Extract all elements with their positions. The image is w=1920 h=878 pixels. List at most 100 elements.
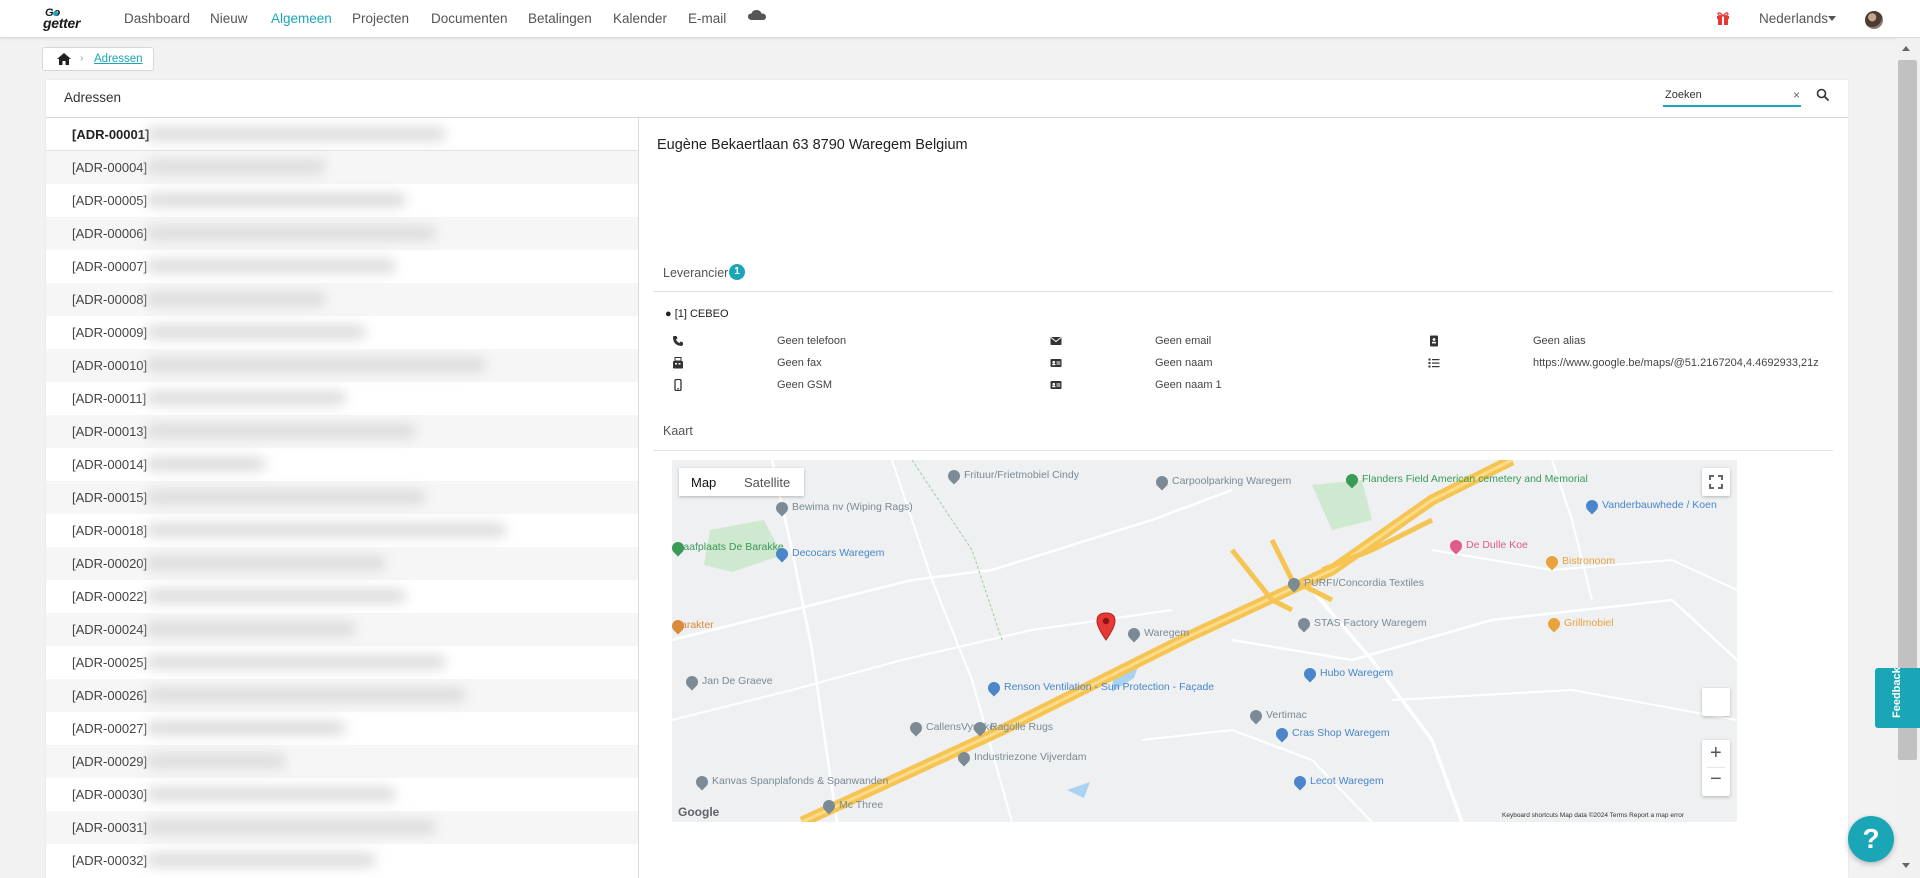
map-poi-label[interactable]: Frituur/Frietmobiel Cindy bbox=[964, 469, 1079, 481]
address-code: [ADR-00031] bbox=[72, 820, 148, 835]
map-attribution[interactable]: Keyboard shortcuts Map data ©2024 Terms … bbox=[1502, 812, 1684, 819]
nav-algemeen[interactable]: Algemeen bbox=[271, 11, 332, 26]
address-code: [ADR-00006] bbox=[72, 226, 148, 241]
nav-betalingen[interactable]: Betalingen bbox=[528, 11, 592, 26]
map-poi-label[interactable]: graafplaats De Barakke bbox=[674, 541, 784, 553]
tab-map[interactable]: Map bbox=[691, 475, 716, 490]
gogetter-logo[interactable]: Go getter bbox=[43, 7, 99, 31]
google-logo: Google bbox=[678, 805, 720, 819]
scrollbar-thumb[interactable] bbox=[1898, 60, 1917, 760]
map-poi-label[interactable]: Waregem bbox=[1144, 627, 1189, 639]
map-poi-label[interactable]: Industriezone Vijverdam bbox=[974, 751, 1086, 763]
list-item[interactable]: [ADR-00030] bbox=[46, 778, 638, 811]
list-item[interactable]: [ADR-00022] bbox=[46, 580, 638, 613]
nav-kalender[interactable]: Kalender bbox=[613, 11, 667, 26]
list-item[interactable]: [ADR-00013] bbox=[46, 415, 638, 448]
address-code: [ADR-00011] bbox=[72, 391, 147, 406]
map-poi-label[interactable]: Vertimac bbox=[1266, 709, 1307, 721]
map-poi-label[interactable]: PURFI/Concordia Textiles bbox=[1304, 577, 1424, 589]
nav-email[interactable]: E-mail bbox=[688, 11, 726, 26]
redacted-address-text bbox=[146, 688, 466, 702]
address-code: [ADR-00013] bbox=[72, 424, 148, 439]
url-value[interactable]: https://www.google.be/maps/@51.2167204,4… bbox=[1533, 357, 1819, 369]
list-item[interactable]: [ADR-00025] bbox=[46, 646, 638, 679]
redacted-address-text bbox=[146, 160, 326, 174]
nav-projecten[interactable]: Projecten bbox=[352, 11, 409, 26]
list-item[interactable]: [ADR-00029] bbox=[46, 745, 638, 778]
list-item[interactable]: [ADR-00014] bbox=[46, 448, 638, 481]
help-button[interactable]: ? bbox=[1848, 816, 1894, 862]
mobile-phone-icon bbox=[674, 379, 682, 391]
scroll-up-icon[interactable] bbox=[1902, 46, 1910, 51]
page-title: Adressen bbox=[64, 90, 122, 105]
cloud-icon[interactable] bbox=[748, 9, 766, 21]
fax-icon bbox=[673, 357, 683, 369]
google-map[interactable]: Map Satellite + − Frituur/Frietmobiel Ci… bbox=[672, 460, 1737, 822]
zoom-controls: + − bbox=[1702, 740, 1730, 796]
list-item[interactable]: [ADR-00020] bbox=[46, 547, 638, 580]
breadcrumb-adressen[interactable]: Adressen bbox=[94, 53, 143, 65]
feedback-tab[interactable]: Feedback bbox=[1875, 667, 1920, 728]
map-poi-label[interactable]: Bewima nv (Wiping Rags) bbox=[792, 501, 913, 513]
map-poi-label[interactable]: Flanders Field American cemetery and Mem… bbox=[1362, 473, 1588, 485]
nav-dashboard[interactable]: Dashboard bbox=[124, 11, 190, 26]
map-poi-label[interactable]: Carpoolparking Waregem bbox=[1172, 475, 1291, 487]
address-code: [ADR-00008] bbox=[72, 292, 148, 307]
location-pin-icon[interactable] bbox=[1095, 611, 1117, 641]
map-poi-label[interactable]: Vanderbauwhede / Koen bbox=[1602, 499, 1717, 511]
list-item[interactable]: [ADR-00001] bbox=[46, 118, 638, 151]
redacted-address-text bbox=[146, 721, 346, 735]
map-poi-label[interactable]: De Dulle Koe bbox=[1466, 539, 1528, 551]
list-item[interactable]: [ADR-00032] bbox=[46, 844, 638, 877]
tab-satellite[interactable]: Satellite bbox=[744, 475, 790, 490]
map-poi-label[interactable]: Cras Shop Waregem bbox=[1292, 727, 1390, 739]
zoom-out-button[interactable]: − bbox=[1710, 768, 1722, 791]
map-poi-label[interactable]: Kanvas Spanplafonds & Spanwanden bbox=[712, 775, 888, 787]
map-poi-label[interactable]: Ragolle Rugs bbox=[990, 721, 1053, 733]
list-item[interactable]: [ADR-00005] bbox=[46, 184, 638, 217]
id-card-icon bbox=[1050, 359, 1062, 367]
list-item[interactable]: [ADR-00018] bbox=[46, 514, 638, 547]
map-poi-label[interactable]: Karakter bbox=[674, 619, 714, 631]
address-code: [ADR-00014] bbox=[72, 457, 148, 472]
map-poi-label[interactable]: STAS Factory Waregem bbox=[1314, 617, 1427, 629]
map-poi-label[interactable]: Hubo Waregem bbox=[1320, 667, 1393, 679]
redacted-address-text bbox=[146, 358, 486, 372]
language-selector[interactable]: Nederlands bbox=[1759, 11, 1828, 26]
list-item[interactable]: [ADR-00026] bbox=[46, 679, 638, 712]
list-item[interactable]: [ADR-00027] bbox=[46, 712, 638, 745]
list-item[interactable]: [ADR-00004] bbox=[46, 151, 638, 184]
scroll-down-icon[interactable] bbox=[1902, 863, 1910, 868]
map-poi-label[interactable]: Decocars Waregem bbox=[792, 547, 884, 559]
list-item[interactable]: [ADR-00009] bbox=[46, 316, 638, 349]
address-code: [ADR-00001] bbox=[72, 127, 150, 142]
chevron-down-icon[interactable] bbox=[1828, 16, 1836, 21]
list-item[interactable]: [ADR-00024] bbox=[46, 613, 638, 646]
fullscreen-button[interactable] bbox=[1702, 468, 1730, 496]
list-item[interactable]: [ADR-00015] bbox=[46, 481, 638, 514]
list-item[interactable]: [ADR-00006] bbox=[46, 217, 638, 250]
search-icon[interactable] bbox=[1816, 88, 1830, 102]
map-poi-label[interactable]: Mc Three bbox=[839, 799, 883, 811]
user-avatar[interactable] bbox=[1865, 11, 1883, 29]
search-input[interactable] bbox=[1665, 87, 1785, 103]
map-poi-label[interactable]: Renson Ventilation - Sun Protection - Fa… bbox=[1004, 681, 1214, 693]
map-poi-label[interactable]: Lecot Waregem bbox=[1310, 775, 1384, 787]
zoom-in-button[interactable]: + bbox=[1710, 742, 1722, 765]
list-item[interactable]: [ADR-00011] bbox=[46, 382, 638, 415]
map-poi-label[interactable]: Grillmobiel bbox=[1564, 617, 1614, 629]
street-view-button[interactable] bbox=[1702, 688, 1730, 716]
gift-icon[interactable] bbox=[1716, 11, 1730, 25]
list-item[interactable]: [ADR-00007] bbox=[46, 250, 638, 283]
redacted-address-text bbox=[146, 490, 426, 504]
list-item[interactable]: [ADR-00008] bbox=[46, 283, 638, 316]
close-icon[interactable]: × bbox=[1793, 88, 1800, 102]
list-item[interactable]: [ADR-00010] bbox=[46, 349, 638, 382]
list-item[interactable]: [ADR-00031] bbox=[46, 811, 638, 844]
home-icon[interactable] bbox=[57, 53, 71, 65]
supplier-name[interactable]: ● [1] CEBEO bbox=[665, 308, 729, 320]
map-poi-label[interactable]: Bistronoom bbox=[1562, 555, 1615, 567]
nav-documenten[interactable]: Documenten bbox=[431, 11, 508, 26]
nav-nieuw[interactable]: Nieuw bbox=[210, 11, 248, 26]
map-poi-label[interactable]: Jan De Graeve bbox=[702, 675, 773, 687]
